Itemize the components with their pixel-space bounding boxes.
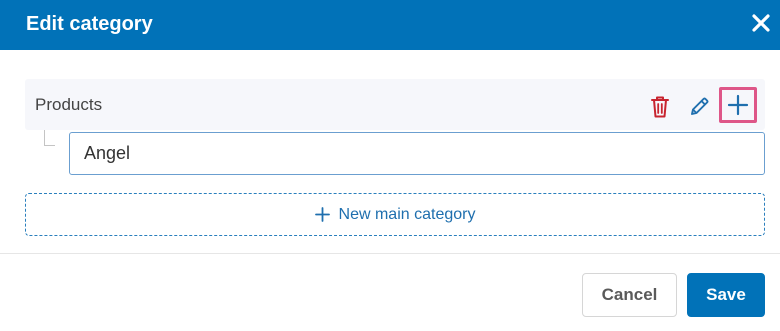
dialog-header: Edit category bbox=[0, 0, 780, 50]
plus-icon bbox=[314, 207, 330, 222]
pencil-icon bbox=[691, 97, 709, 115]
new-main-category-button[interactable]: New main category bbox=[25, 193, 765, 236]
category-label: Products bbox=[35, 95, 103, 114]
new-main-category-label: New main category bbox=[338, 205, 476, 223]
add-subcategory-button[interactable] bbox=[719, 87, 757, 123]
cancel-button[interactable]: Cancel bbox=[582, 273, 677, 317]
tree-connector bbox=[44, 130, 55, 146]
category-row-products: Products bbox=[25, 79, 765, 130]
edit-category-button[interactable] bbox=[682, 91, 716, 123]
subcategory-name-input[interactable] bbox=[69, 132, 765, 175]
delete-category-button[interactable] bbox=[643, 91, 677, 123]
close-icon bbox=[752, 14, 770, 32]
save-button[interactable]: Save bbox=[687, 273, 765, 317]
trash-icon bbox=[651, 96, 669, 118]
footer-divider bbox=[0, 253, 780, 254]
dialog-title: Edit category bbox=[26, 13, 153, 35]
plus-icon bbox=[727, 94, 749, 116]
close-button[interactable] bbox=[746, 8, 776, 38]
